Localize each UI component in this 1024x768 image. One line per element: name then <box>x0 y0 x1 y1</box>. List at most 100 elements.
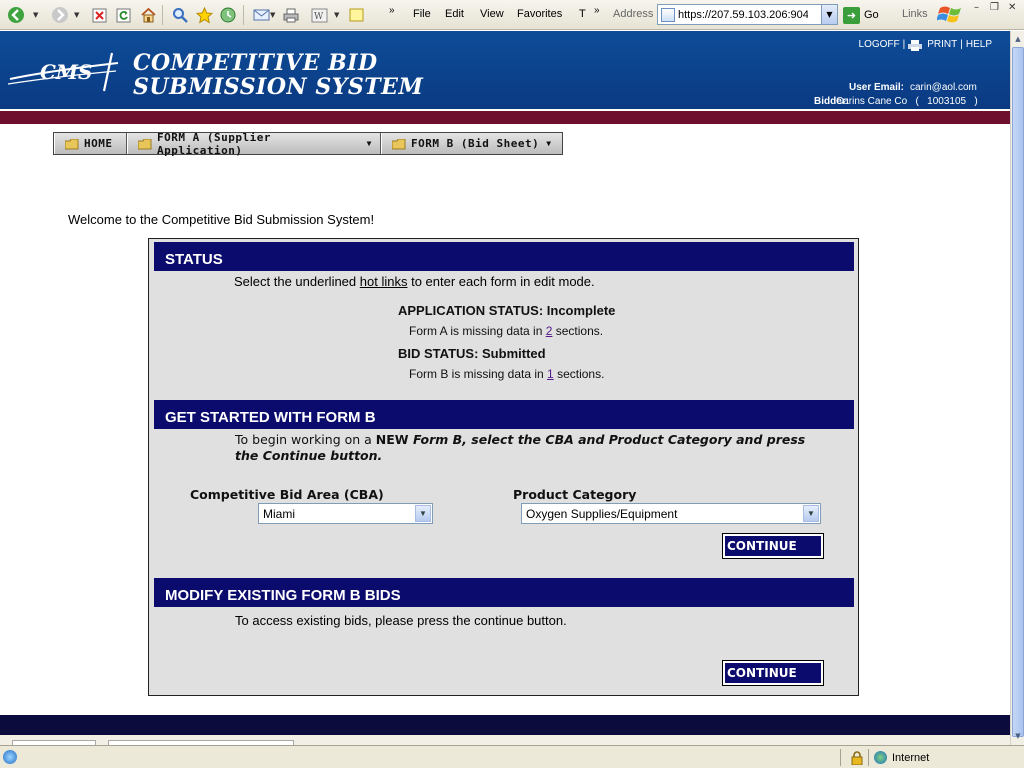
close-icon[interactable]: ✕ <box>1008 2 1016 13</box>
nav-form-a-label: FORM A (Supplier Application) <box>157 130 271 157</box>
caret-down-icon: ▼ <box>366 139 372 148</box>
site-header: CMS COMPETITIVE BID SUBMISSION SYSTEM LO… <box>0 31 1010 109</box>
windows-logo-icon <box>936 3 965 27</box>
security-zone: Internet <box>892 752 930 764</box>
user-email-label: User Email: <box>848 82 904 93</box>
cba-label: Competitive Bid Area (CBA) <box>190 487 384 502</box>
address-input[interactable] <box>678 8 808 21</box>
refresh-icon[interactable] <box>113 5 133 25</box>
status-separator <box>840 749 841 766</box>
product-selected-value: Oxygen Supplies/Equipment <box>526 506 678 521</box>
forward-dropdown-icon[interactable]: ▼ <box>74 11 79 19</box>
browser-toolbar: ▼ ▼ ▼ W ▼ » File Edit View Favorites T »… <box>0 0 1024 30</box>
status-instructions: Select the underlined hot links to enter… <box>234 274 595 289</box>
continue-new-bid-button[interactable]: CONTINUE <box>722 533 824 559</box>
nav-form-a[interactable]: FORM A (Supplier Application) ▼ <box>127 130 381 157</box>
form-a-missing: Form A is missing data in 2 sections. <box>409 324 603 338</box>
mail-dropdown-icon[interactable]: ▼ <box>270 11 275 19</box>
get-started-header: GET STARTED WITH FORM B <box>154 400 854 429</box>
form-b-missing-text: Form B is missing data in <box>409 367 548 381</box>
form-b-missing: Form B is missing data in 1 sections. <box>409 367 604 381</box>
menu-edit[interactable]: Edit <box>445 8 464 20</box>
nav-form-b[interactable]: FORM B (Bid Sheet) ▼ <box>381 133 562 154</box>
site-title-line1: COMPETITIVE BID <box>133 50 378 76</box>
menu-favorites[interactable]: Favorites <box>517 8 562 20</box>
minimize-icon[interactable]: – <box>974 2 979 13</box>
nav-home-label: HOME <box>84 137 113 150</box>
user-info: User Email: carin@aol.com Bidder: Carins… <box>814 81 978 109</box>
history-icon[interactable] <box>218 5 238 25</box>
address-label: Address <box>613 8 654 20</box>
modify-instructions: To access existing bids, please press th… <box>235 613 567 628</box>
browser-status-bar: Internet <box>0 745 1024 768</box>
bidder-value: Carins Cane Co ( 1003105 ) <box>836 96 978 107</box>
globe-icon <box>874 751 887 764</box>
link-separator: | <box>902 39 906 50</box>
back-dropdown-icon[interactable]: ▼ <box>33 11 38 19</box>
status-header: STATUS <box>154 242 854 271</box>
form-b-sections-link[interactable]: 1 <box>547 367 554 381</box>
hot-links-link[interactable]: hot links <box>360 274 408 289</box>
address-bar[interactable]: ▼ <box>657 4 838 25</box>
status-instr-text: to enter each form in edit mode. <box>407 274 595 289</box>
address-dropdown-icon[interactable]: ▼ <box>821 5 837 24</box>
toolbar-separator <box>162 5 163 25</box>
header-links: LOGOFF | PRINT | HELP <box>859 39 992 51</box>
toolbar-overflow-icon[interactable]: » <box>389 5 395 16</box>
vertical-scrollbar[interactable]: ▲ ▼ <box>1010 31 1024 745</box>
links-label[interactable]: Links <box>902 8 928 20</box>
cba-selected-value: Miami <box>263 506 295 521</box>
search-icon[interactable] <box>170 5 190 25</box>
instr-new: NEW <box>375 432 409 447</box>
print-icon[interactable] <box>281 5 301 25</box>
back-icon[interactable] <box>6 5 26 25</box>
status-separator <box>868 749 869 766</box>
get-started-instructions: To begin working on a NEW Form B, select… <box>235 432 815 464</box>
lock-icon[interactable] <box>851 750 863 766</box>
edit-page-icon[interactable]: W <box>309 5 329 25</box>
lower-panel-edge <box>0 735 1010 745</box>
scroll-down-icon[interactable]: ▼ <box>1012 729 1024 743</box>
caret-down-icon: ▼ <box>546 139 552 148</box>
form-a-missing-text: sections. <box>552 324 604 338</box>
go-button[interactable]: ➜ Go <box>843 5 879 25</box>
printer-icon[interactable] <box>908 39 923 51</box>
status-instr-text: Select the underlined <box>234 274 360 289</box>
product-category-select[interactable]: Oxygen Supplies/Equipment ▼ <box>521 503 821 524</box>
menu-view[interactable]: View <box>480 8 504 20</box>
folder-icon <box>137 138 152 149</box>
form-a-missing-text: Form A is missing data in <box>409 324 546 338</box>
mail-icon[interactable] <box>251 5 271 25</box>
chevron-down-icon[interactable]: ▼ <box>415 505 431 522</box>
modify-bids-header: MODIFY EXISTING FORM B BIDS <box>154 578 854 607</box>
user-email-value: carin@aol.com <box>910 82 977 93</box>
product-category-label: Product Category <box>513 487 637 502</box>
instr-text: the Continue button. <box>235 448 383 463</box>
print-link[interactable]: PRINT <box>927 39 957 50</box>
discuss-icon[interactable] <box>347 5 367 25</box>
logoff-link[interactable]: LOGOFF <box>859 39 900 50</box>
help-link[interactable]: HELP <box>966 39 992 50</box>
scroll-thumb[interactable] <box>1012 47 1024 737</box>
continue-existing-bids-button[interactable]: CONTINUE <box>722 660 824 686</box>
menu-file[interactable]: File <box>413 8 431 20</box>
cba-select[interactable]: Miami ▼ <box>258 503 433 524</box>
application-status: APPLICATION STATUS: Incomplete <box>398 303 616 318</box>
forward-icon[interactable] <box>50 5 70 25</box>
favorites-icon[interactable] <box>194 5 214 25</box>
header-stripe <box>0 109 1010 124</box>
menu-tools[interactable]: T <box>579 8 586 20</box>
page-status-icon <box>3 750 17 764</box>
home-icon[interactable] <box>138 5 158 25</box>
menu-overflow-icon[interactable]: » <box>594 5 600 16</box>
go-label: Go <box>864 9 879 21</box>
chevron-down-icon[interactable]: ▼ <box>803 505 819 522</box>
restore-icon[interactable]: ❐ <box>990 2 999 13</box>
instr-text: Form B, select the CBA and Product Categ… <box>408 432 806 447</box>
edit-dropdown-icon[interactable]: ▼ <box>334 11 339 19</box>
bidder-label: Bidder: <box>814 96 849 107</box>
scroll-up-icon[interactable]: ▲ <box>1012 32 1024 46</box>
bid-status: BID STATUS: Submitted <box>398 346 546 361</box>
nav-home[interactable]: HOME <box>54 133 127 154</box>
stop-icon[interactable] <box>89 5 109 25</box>
